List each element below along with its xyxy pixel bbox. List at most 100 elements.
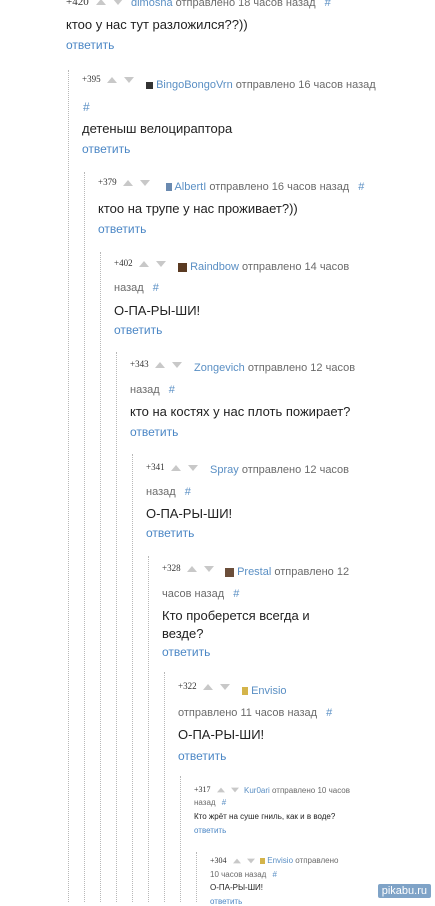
reply-link[interactable]: ответить <box>194 826 226 835</box>
upvote-icon[interactable] <box>123 179 134 186</box>
comment-text: Кто жрёт на суше гниль, как и в воде? <box>194 812 336 821</box>
reply-link[interactable]: ответить <box>130 425 178 439</box>
downvote-icon[interactable] <box>230 787 239 793</box>
thread-rail <box>164 672 165 902</box>
permalink-hash[interactable]: # <box>325 0 331 9</box>
comment-text: О-ПА-РЫ-ШИ! <box>210 883 264 892</box>
thread-rail <box>100 252 101 902</box>
comment-time: отправлено 12 часов <box>241 464 350 476</box>
permalink-hash[interactable]: # <box>169 384 175 396</box>
comment-text: ктоо на трупе у нас проживает?)) <box>98 201 298 216</box>
downvote-icon[interactable] <box>139 179 150 186</box>
upvote-icon[interactable] <box>95 0 106 6</box>
comment-author[interactable]: Envisio <box>251 685 286 697</box>
comment-score: +395 <box>82 74 101 84</box>
downvote-icon[interactable] <box>203 565 214 572</box>
downvote-icon[interactable] <box>187 464 198 471</box>
comment-text: О-ПА-РЫ-ШИ! <box>146 506 233 521</box>
avatar <box>225 567 234 577</box>
reply-link[interactable]: ответить <box>178 749 226 763</box>
upvote-icon[interactable] <box>155 361 166 368</box>
downvote-icon[interactable] <box>171 361 182 368</box>
avatar <box>242 687 248 696</box>
permalink-hash[interactable]: # <box>83 100 90 114</box>
avatar <box>178 262 187 272</box>
comment-time: отправлено 14 часов <box>242 261 350 273</box>
comment-author[interactable]: Prestal <box>237 566 271 578</box>
reply-link[interactable]: ответить <box>114 323 162 337</box>
comment-text: ктоо у нас тут разложился??)) <box>66 17 248 32</box>
comment-time: назад <box>194 798 216 807</box>
reply-link[interactable]: ответить <box>146 526 194 540</box>
comment-author[interactable]: dimosha <box>131 0 173 9</box>
avatar <box>260 857 265 864</box>
comment-time: назад <box>130 384 160 396</box>
thread-rail <box>196 852 197 902</box>
upvote-icon[interactable] <box>187 565 198 572</box>
comment-text: О-ПА-РЫ-ШИ! <box>114 303 201 318</box>
comment-author[interactable]: Kur0ari <box>244 786 270 795</box>
comment-author[interactable]: Envisio <box>267 856 293 865</box>
comment-text: Кто проберется всегда и <box>162 608 310 623</box>
comment-time: назад <box>114 282 144 294</box>
permalink-hash[interactable]: # <box>185 486 191 498</box>
comment-time: отправлено 11 часов назад <box>178 707 318 719</box>
comment-author[interactable]: Raindbow <box>190 261 239 273</box>
comment-score: +317 <box>194 785 211 794</box>
thread-rail <box>68 70 69 902</box>
downvote-icon[interactable] <box>123 76 134 83</box>
permalink-hash[interactable]: # <box>326 707 332 719</box>
upvote-icon[interactable] <box>203 683 214 690</box>
downvote-icon[interactable] <box>112 0 123 6</box>
upvote-icon[interactable] <box>216 787 225 793</box>
comment-time: часов назад <box>162 588 225 600</box>
thread-rail <box>180 776 181 902</box>
comment-time: 10 часов назад <box>210 870 267 879</box>
downvote-icon[interactable] <box>155 260 166 267</box>
permalink-hash[interactable]: # <box>153 282 159 294</box>
comment-score: +341 <box>146 462 165 472</box>
reply-link[interactable]: ответить <box>162 645 210 659</box>
comment-score: +304 <box>210 856 227 865</box>
comment-score: +420 <box>66 0 89 8</box>
pikabu-watermark: pikabu.ru <box>377 884 431 898</box>
upvote-icon[interactable] <box>139 260 150 267</box>
thread-rail <box>84 172 85 902</box>
thread-rail <box>116 352 117 902</box>
comment-author[interactable]: Zongevich <box>194 362 245 374</box>
upvote-icon[interactable] <box>107 76 118 83</box>
comment-time: отправлено 10 часов <box>272 786 350 795</box>
comment-time: отправлено 18 часов назад <box>175 0 316 9</box>
comment-time: отправлено 12 часов <box>247 362 356 374</box>
permalink-hash[interactable]: # <box>273 870 277 879</box>
permalink-hash[interactable]: # <box>358 181 364 193</box>
comment-score: +379 <box>98 177 117 187</box>
comment-text: детеныш велоцираптора <box>82 121 233 136</box>
upvote-icon[interactable] <box>232 858 241 864</box>
comment-score: +343 <box>130 359 149 369</box>
upvote-icon[interactable] <box>171 464 182 471</box>
comment-text: кто на костях у нас плоть пожирает? <box>130 404 351 419</box>
downvote-icon[interactable] <box>246 858 255 864</box>
comment-text: О-ПА-РЫ-ШИ! <box>178 727 265 742</box>
avatar <box>146 81 153 89</box>
comment-time: отправлено <box>295 856 339 865</box>
reply-link[interactable]: ответить <box>98 222 146 236</box>
permalink-hash[interactable]: # <box>222 798 226 807</box>
comment-text: везде? <box>162 626 204 641</box>
comment-author[interactable]: BingoBongoVrn <box>156 79 233 91</box>
downvote-icon[interactable] <box>219 683 230 690</box>
thread-rail <box>132 454 133 902</box>
comment-score: +402 <box>114 258 133 268</box>
comment-author[interactable]: Spray <box>210 464 239 476</box>
comment-score: +328 <box>162 563 181 573</box>
permalink-hash[interactable]: # <box>233 588 239 600</box>
comment-time: назад <box>146 486 176 498</box>
reply-link[interactable]: ответить <box>82 142 130 156</box>
thread-rail <box>148 556 149 902</box>
comment-time: отправлено 12 <box>274 566 350 578</box>
reply-link[interactable]: ответить <box>66 38 114 52</box>
comment-time: отправлено 16 часов назад <box>235 79 376 91</box>
avatar <box>166 183 172 192</box>
comment-author[interactable]: AlbertI <box>174 181 206 193</box>
